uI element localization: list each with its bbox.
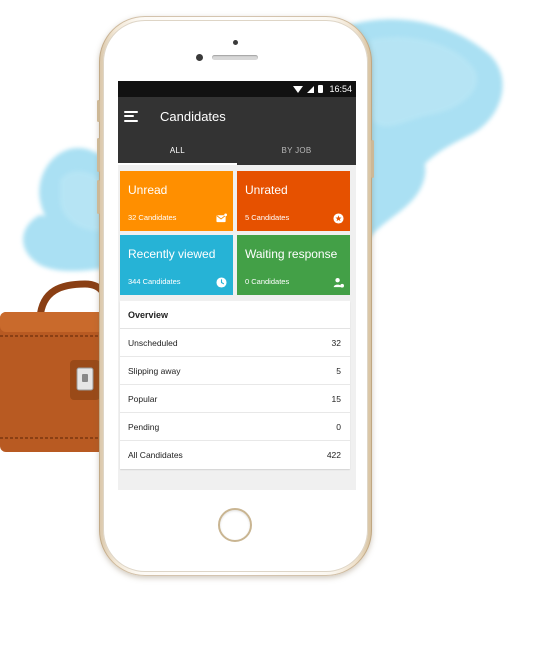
row-value: 5: [336, 365, 341, 376]
row-label: Slipping away: [128, 365, 181, 376]
tile-count: 5 Candidates: [245, 213, 290, 222]
row-label: Pending: [128, 421, 160, 432]
status-bar: 16:54: [118, 81, 356, 97]
row-value: 422: [326, 450, 341, 460]
row-value: 15: [331, 393, 341, 404]
overview-row-pending[interactable]: Pending 0: [120, 413, 350, 441]
earpiece-speaker: [212, 55, 258, 60]
tile-title: Unread: [128, 183, 168, 197]
front-camera: [196, 54, 203, 61]
tile-title: Unrated: [245, 183, 288, 197]
volume-down-button: [97, 180, 100, 214]
battery-icon: [318, 85, 324, 93]
top-camera-dot: [233, 40, 238, 45]
app-bar: Candidates: [118, 97, 356, 135]
overview-row-slipping-away[interactable]: Slipping away 5: [120, 357, 350, 385]
home-button[interactable]: [218, 508, 252, 542]
volume-up-button: [97, 138, 100, 172]
power-button: [371, 140, 374, 178]
tab-by-job[interactable]: BY JOB: [237, 135, 356, 165]
clock-icon: [216, 277, 227, 288]
overview-row-unscheduled[interactable]: Unscheduled 32: [120, 329, 350, 357]
overview-card: Overview Unscheduled 32 Slipping away 5 …: [120, 301, 350, 469]
row-label: Popular: [128, 393, 158, 404]
wifi-icon: [293, 85, 304, 93]
tile-unread[interactable]: Unread 32 Candidates: [120, 171, 233, 231]
page-title: Candidates: [160, 108, 226, 124]
tab-bar: ALL BY JOB: [118, 135, 356, 165]
star-badge-icon: [333, 213, 344, 224]
tile-title: Recently viewed: [128, 247, 216, 261]
person-add-icon: [333, 278, 344, 288]
row-value: 32: [331, 337, 341, 348]
candidate-tiles: Unread 32 Candidates Unrated 5 Candidate…: [120, 171, 354, 295]
overview-heading: Overview: [120, 301, 350, 329]
tile-count: 344 Candidates: [128, 277, 181, 286]
signal-icon: [307, 85, 315, 93]
row-label: Unscheduled: [128, 337, 178, 348]
app-screen: 16:54 Candidates ALL BY JOB Unread 32 Ca…: [118, 81, 356, 490]
row-value: 0: [336, 421, 341, 432]
overview-row-popular[interactable]: Popular 15: [120, 385, 350, 413]
tab-all[interactable]: ALL: [118, 135, 237, 165]
overview-row-all-candidates[interactable]: All Candidates 422: [120, 441, 350, 469]
tile-title: Waiting response: [245, 247, 338, 261]
mail-icon: [216, 213, 227, 223]
status-time: 16:54: [329, 84, 352, 94]
tile-recently-viewed[interactable]: Recently viewed 344 Candidates: [120, 235, 233, 295]
tile-unrated[interactable]: Unrated 5 Candidates: [237, 171, 350, 231]
tile-count: 0 Candidates: [245, 277, 290, 286]
mute-switch: [97, 100, 100, 122]
row-label: All Candidates: [128, 450, 183, 460]
tile-count: 32 Candidates: [128, 213, 177, 222]
hamburger-menu-icon[interactable]: [124, 110, 138, 122]
tile-waiting-response[interactable]: Waiting response 0 Candidates: [237, 235, 350, 295]
